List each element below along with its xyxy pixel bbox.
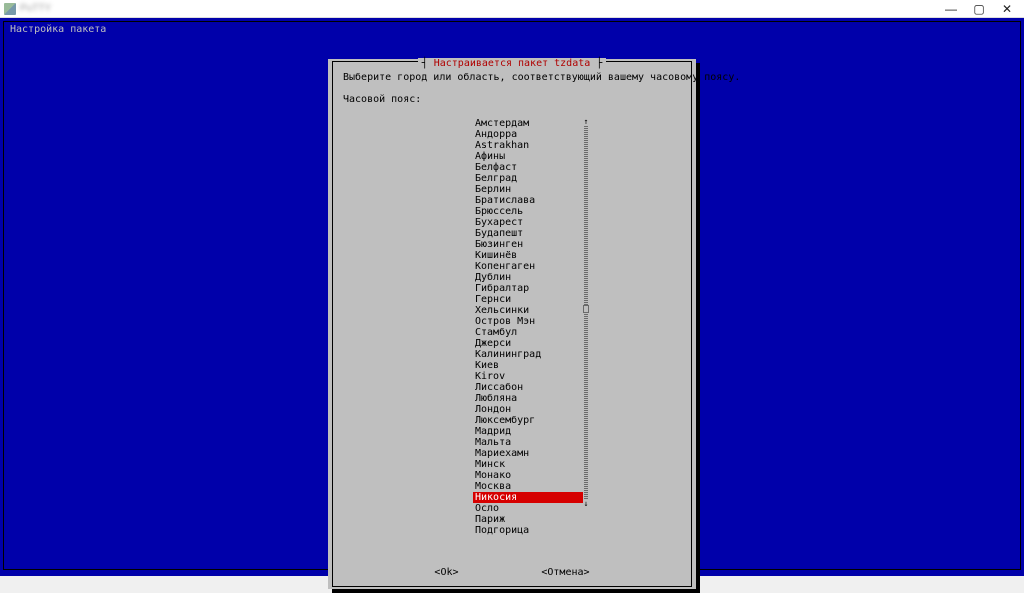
timezone-option[interactable]: Монако: [473, 470, 583, 481]
timezone-option[interactable]: Джерси: [473, 338, 583, 349]
scroll-down-arrow[interactable]: ↓: [584, 500, 589, 508]
cancel-button[interactable]: <Отмена>: [541, 567, 589, 578]
timezone-option[interactable]: Минск: [473, 459, 583, 470]
terminal-area: Настройка пакета ┤ Настраивается пакет t…: [0, 18, 1024, 576]
timezone-option[interactable]: Братислава: [473, 195, 583, 206]
timezone-option[interactable]: Подгорица: [473, 525, 583, 536]
scroll-thumb[interactable]: [584, 306, 588, 312]
app-icon: [4, 3, 16, 15]
timezone-option[interactable]: Любляна: [473, 393, 583, 404]
package-config-header: Настройка пакета: [10, 24, 106, 35]
timezone-option[interactable]: Стамбул: [473, 327, 583, 338]
timezone-option[interactable]: Андорра: [473, 129, 583, 140]
timezone-option[interactable]: Киев: [473, 360, 583, 371]
scroll-up-arrow[interactable]: ↑: [584, 118, 589, 126]
dialog-field-label: Часовой пояс:: [343, 94, 681, 105]
timezone-option[interactable]: Гибралтар: [473, 283, 583, 294]
timezone-option[interactable]: Афины: [473, 151, 583, 162]
timezone-option[interactable]: Кишинёв: [473, 250, 583, 261]
timezone-option[interactable]: Мариехамн: [473, 448, 583, 459]
timezone-option[interactable]: Хельсинки: [473, 305, 583, 316]
timezone-option[interactable]: Белград: [473, 173, 583, 184]
timezone-option[interactable]: Калининград: [473, 349, 583, 360]
timezone-option[interactable]: Берлин: [473, 184, 583, 195]
dialog-prompt: Выберите город или область, соответствую…: [343, 72, 681, 83]
timezone-option[interactable]: Никосия: [473, 492, 583, 503]
tzdata-dialog: ┤ Настраивается пакет tzdata ├ Выберите …: [328, 59, 696, 589]
timezone-option[interactable]: Kirov: [473, 371, 583, 382]
timezone-option[interactable]: Копенгаген: [473, 261, 583, 272]
timezone-option[interactable]: Дублин: [473, 272, 583, 283]
timezone-option[interactable]: Лиссабон: [473, 382, 583, 393]
timezone-option[interactable]: Бюзинген: [473, 239, 583, 250]
timezone-option[interactable]: Белфаст: [473, 162, 583, 173]
timezone-option[interactable]: Амстердам: [473, 118, 583, 129]
list-scrollbar[interactable]: ↑ ↓: [583, 118, 589, 508]
timezone-option[interactable]: Париж: [473, 514, 583, 525]
timezone-option[interactable]: Гернси: [473, 294, 583, 305]
ok-button[interactable]: <Ok>: [434, 567, 458, 578]
timezone-option[interactable]: Остров Мэн: [473, 316, 583, 327]
close-button[interactable]: ✕: [1000, 3, 1014, 15]
timezone-option[interactable]: Бухарест: [473, 217, 583, 228]
timezone-option[interactable]: Мальта: [473, 437, 583, 448]
timezone-option[interactable]: Осло: [473, 503, 583, 514]
window-title: PuTTY: [20, 3, 51, 14]
scroll-track[interactable]: [584, 126, 588, 500]
timezone-list[interactable]: АмстердамАндорраAstrakhanАфиныБелфастБел…: [473, 118, 583, 536]
timezone-option[interactable]: Мадрид: [473, 426, 583, 437]
minimize-button[interactable]: —: [944, 3, 958, 15]
window-titlebar: PuTTY — ▢ ✕: [0, 0, 1024, 18]
maximize-button[interactable]: ▢: [972, 3, 986, 15]
timezone-option[interactable]: Люксембург: [473, 415, 583, 426]
timezone-option[interactable]: Astrakhan: [473, 140, 583, 151]
dialog-title: ┤ Настраивается пакет tzdata ├: [418, 58, 607, 69]
timezone-option[interactable]: Москва: [473, 481, 583, 492]
timezone-option[interactable]: Будапешт: [473, 228, 583, 239]
timezone-option[interactable]: Лондон: [473, 404, 583, 415]
timezone-option[interactable]: Брюссель: [473, 206, 583, 217]
